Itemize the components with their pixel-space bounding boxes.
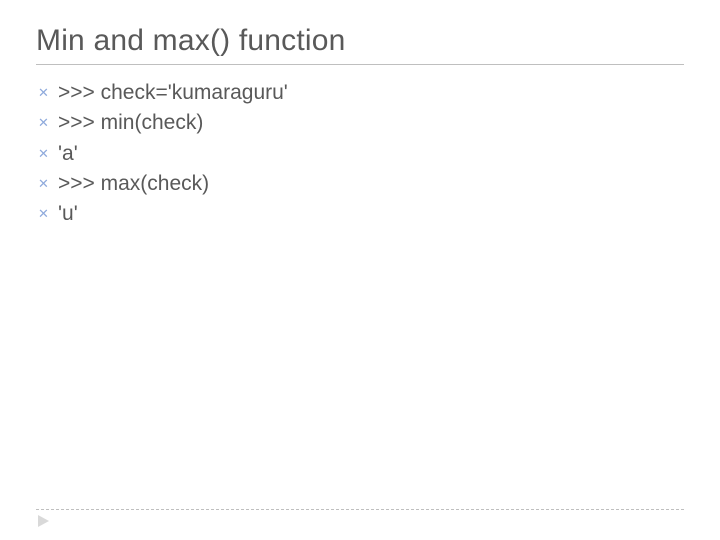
list-item-text: >>> check='kumaraguru' — [58, 79, 288, 107]
list-item: ✕ >>> max(check) — [38, 170, 684, 198]
footer-divider — [36, 509, 684, 510]
list-item-text: 'a' — [58, 140, 78, 168]
bullet-list: ✕ >>> check='kumaraguru' ✕ >>> min(check… — [36, 79, 684, 229]
bullet-icon: ✕ — [38, 200, 58, 223]
list-item: ✕ >>> min(check) — [38, 109, 684, 137]
bullet-icon: ✕ — [38, 170, 58, 193]
list-item: ✕ >>> check='kumaraguru' — [38, 79, 684, 107]
bullet-icon: ✕ — [38, 109, 58, 132]
slide: Min and max() function ✕ >>> check='kuma… — [0, 0, 720, 540]
list-item-text: 'u' — [58, 200, 78, 228]
list-item-text: >>> max(check) — [58, 170, 209, 198]
play-icon — [36, 514, 50, 528]
list-item: ✕ 'a' — [38, 140, 684, 168]
list-item-text: >>> min(check) — [58, 109, 203, 137]
bullet-icon: ✕ — [38, 140, 58, 163]
bullet-icon: ✕ — [38, 79, 58, 102]
list-item: ✕ 'u' — [38, 200, 684, 228]
slide-title: Min and max() function — [36, 24, 684, 65]
